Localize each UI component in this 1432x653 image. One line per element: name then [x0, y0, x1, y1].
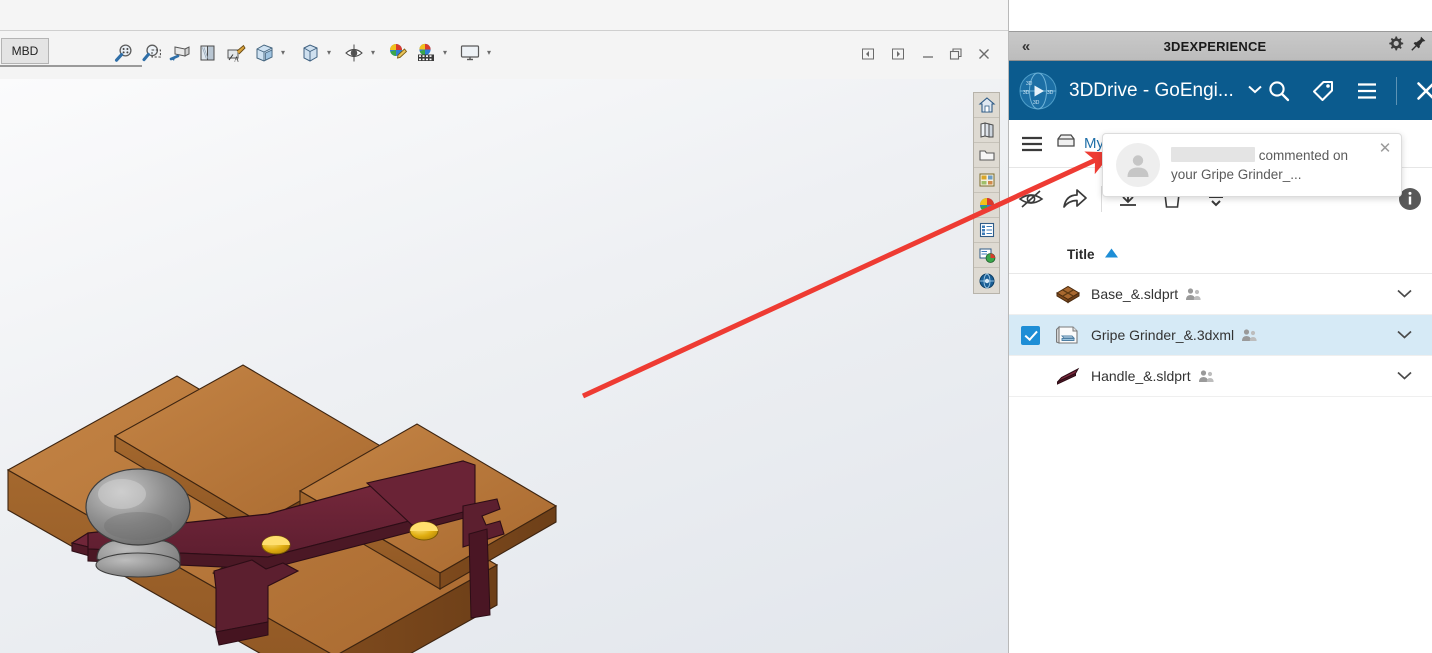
hide-show-items-caret[interactable]: [278, 48, 288, 58]
shared-users-icon: [1198, 369, 1215, 383]
tab-mbd[interactable]: MBD: [1, 38, 49, 64]
file-name: Base_&.sldprt: [1091, 286, 1179, 302]
svg-text:3D: 3D: [1033, 100, 1040, 106]
share-icon[interactable]: [1053, 179, 1097, 219]
notification-line2: your Gripe Grinder_...: [1171, 167, 1302, 182]
checkbox-checked-icon[interactable]: [1020, 325, 1040, 345]
view-settings-icon[interactable]: [296, 40, 324, 66]
hide-show-components-caret[interactable]: [368, 48, 378, 58]
table-row[interactable]: Handle_&.sldprt: [1009, 356, 1432, 397]
view-orientation-icon[interactable]: [194, 40, 222, 66]
hide-preview-icon[interactable]: [1009, 179, 1053, 219]
notification-line1: commented on: [1258, 148, 1349, 163]
file-name: Handle_&.sldprt: [1091, 368, 1191, 384]
solidworks-menu-strip: [0, 0, 1008, 31]
redacted-username: [1171, 147, 1255, 162]
gear-icon[interactable]: [1387, 35, 1404, 57]
view-palette-icon[interactable]: [974, 168, 999, 193]
shared-users-icon: [1185, 287, 1202, 301]
svg-text:A: A: [234, 56, 239, 64]
screen-root: MBD A ▾ ▾ ▾ ▾ ▾ « 3DEXPERIENCE 3D 3D 3D …: [0, 0, 1432, 653]
custom-properties-icon[interactable]: [974, 218, 999, 243]
sort-ascending-icon[interactable]: [1104, 246, 1119, 264]
drive-icon: [1055, 133, 1077, 154]
threedexperience-app-bar: 3D 3D 3D 3D 3DDrive - GoEngi...: [1009, 61, 1432, 120]
search-icon[interactable]: [1264, 76, 1294, 106]
apply-scene-caret[interactable]: [440, 48, 450, 58]
assembly-3dxml-icon: [1051, 324, 1085, 346]
hamburger-menu-icon[interactable]: [1009, 134, 1055, 154]
edit-appearance-icon[interactable]: [384, 40, 412, 66]
user-avatar-icon: [1116, 143, 1160, 187]
solidworks-resources-icon[interactable]: [974, 93, 999, 118]
divider: [1395, 76, 1397, 105]
graphics-viewport[interactable]: [0, 79, 1008, 653]
app-title-caret-icon[interactable]: [1246, 82, 1264, 99]
notification-text: commented on your Gripe Grinder_...: [1171, 146, 1361, 184]
row-expand-chevron-icon[interactable]: [1396, 286, 1413, 302]
close-icon[interactable]: ✕: [1377, 141, 1393, 157]
apply-scene-icon[interactable]: [412, 40, 440, 66]
restore-window-icon[interactable]: [946, 44, 966, 64]
minimize-icon[interactable]: [918, 44, 938, 64]
panel-title: 3DEXPERIENCE: [1163, 38, 1267, 54]
breadcrumb-my-drive[interactable]: My: [1055, 133, 1104, 154]
pin-icon[interactable]: [1410, 35, 1427, 57]
panel-titlebar: « 3DEXPERIENCE: [1009, 31, 1432, 61]
section-view-icon[interactable]: [166, 40, 194, 66]
part-base-icon: [1051, 284, 1085, 304]
hide-show-items-icon[interactable]: [250, 40, 278, 66]
shared-users-icon: [1241, 328, 1258, 342]
zoom-to-fit-icon[interactable]: [110, 40, 138, 66]
menu-icon[interactable]: [1352, 76, 1382, 106]
row-expand-chevron-icon[interactable]: [1396, 368, 1413, 384]
task-pane-tab-strip: [973, 92, 1000, 294]
restore-left-icon[interactable]: [858, 44, 878, 64]
panel-collapse-icon[interactable]: «: [1009, 38, 1043, 55]
zoom-to-area-icon[interactable]: [138, 40, 166, 66]
solidworks-window: MBD A ▾ ▾ ▾ ▾ ▾: [0, 0, 1008, 653]
file-name: Gripe Grinder_&.3dxml: [1091, 327, 1235, 343]
list-header[interactable]: Title: [1009, 236, 1432, 274]
threedexperience-marketplace-icon[interactable]: [974, 268, 999, 293]
file-explorer-icon[interactable]: [974, 143, 999, 168]
viewport-layout-caret[interactable]: [484, 48, 494, 58]
notification-toast[interactable]: commented on your Gripe Grinder_... ✕: [1102, 133, 1402, 197]
appearances-scenes-icon[interactable]: [974, 193, 999, 218]
gripe-grinder-3d-model: [6, 364, 558, 653]
display-style-icon[interactable]: A: [222, 40, 250, 66]
table-row[interactable]: Base_&.sldprt: [1009, 274, 1432, 315]
svg-text:3D: 3D: [1023, 90, 1030, 96]
breadcrumb-label: My: [1084, 135, 1104, 152]
table-row[interactable]: Gripe Grinder_&.3dxml: [1009, 315, 1432, 356]
row-checkbox[interactable]: [1009, 325, 1051, 345]
svg-text:3D: 3D: [1026, 81, 1033, 87]
hide-show-components-icon[interactable]: [340, 40, 368, 66]
svg-text:3D: 3D: [1047, 90, 1054, 96]
close-icon[interactable]: [1411, 76, 1432, 106]
row-expand-chevron-icon[interactable]: [1396, 327, 1413, 343]
viewport-layout-icon[interactable]: [456, 40, 484, 66]
app-title: 3DDrive - GoEngi...: [1069, 79, 1234, 101]
close-window-icon[interactable]: [974, 44, 994, 64]
threedexperience-compass-icon[interactable]: 3D 3D 3D 3D: [1019, 72, 1057, 110]
design-library-icon[interactable]: [974, 118, 999, 143]
view-settings-caret[interactable]: [324, 48, 334, 58]
tab-mbd-label: MBD: [11, 44, 39, 58]
restore-right-icon[interactable]: [888, 44, 908, 64]
part-handle-icon: [1051, 366, 1085, 386]
threedexperience-panel: « 3DEXPERIENCE 3D 3D 3D 3D 3DDrive - GoE…: [1008, 0, 1432, 653]
solidworks-forum-icon[interactable]: [974, 243, 999, 268]
tag-icon[interactable]: [1308, 76, 1338, 106]
list-header-title: Title: [1067, 247, 1095, 262]
